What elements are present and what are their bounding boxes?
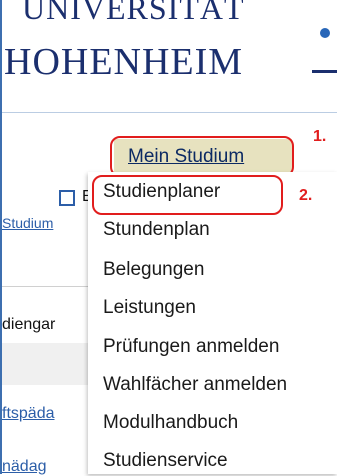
background-divider [2, 286, 94, 287]
menu-item-belegungen[interactable]: Belegungen [103, 259, 204, 281]
background-link[interactable]: ftspäda [2, 405, 54, 423]
menu-item-wahlfaecher-anmelden[interactable]: Wahlfächer anmelden [103, 374, 287, 396]
background-studium-link[interactable]: Studium [2, 215, 53, 231]
background-row-band [2, 343, 92, 385]
menu-item-leistungen[interactable]: Leistungen [103, 297, 196, 319]
logo-dot [320, 28, 330, 38]
frame-mid-border [0, 112, 337, 113]
mein-studium-dropdown-menu: Studienplaner Stundenplan Belegungen Lei… [88, 172, 337, 474]
university-logo-line1: UNIVERSITÄT [22, 0, 245, 26]
callout-step1-highlight [110, 136, 294, 177]
menu-item-stundenplan[interactable]: Stundenplan [103, 219, 210, 241]
university-logo-line2: HOHENHEIM [4, 41, 244, 83]
menu-item-studienservice[interactable]: Studienservice [103, 450, 228, 472]
menu-item-modulhandbuch[interactable]: Modulhandbuch [103, 412, 238, 434]
logo-dash [312, 70, 337, 73]
callout-step2-highlight [92, 175, 283, 215]
background-checkbox[interactable] [59, 190, 75, 206]
frame-left-border [0, 0, 2, 474]
background-bottom-link[interactable]: nädag [2, 458, 47, 476]
step1-number: 1. [313, 128, 327, 145]
menu-item-pruefungen-anmelden[interactable]: Prüfungen anmelden [103, 336, 279, 358]
background-studiengang-text: diengar [2, 316, 56, 333]
step2-number: 2. [299, 187, 313, 204]
